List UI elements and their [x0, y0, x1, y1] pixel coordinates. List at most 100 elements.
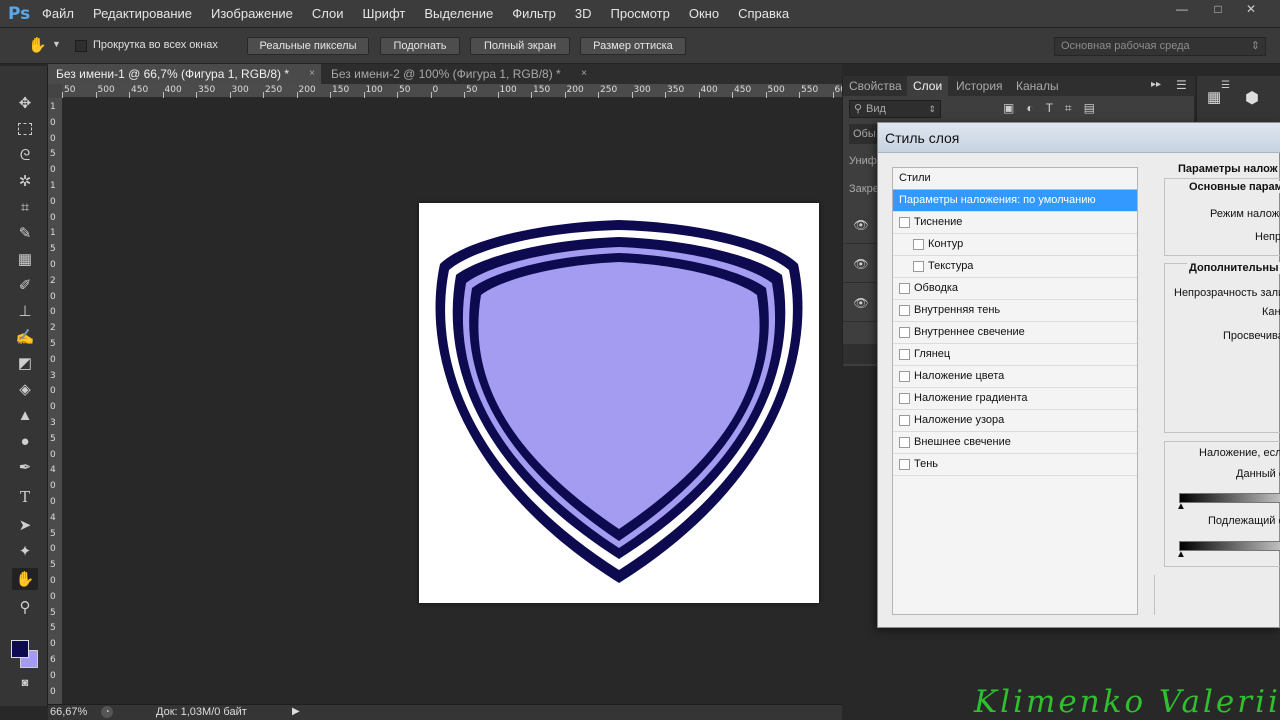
style-checkbox[interactable] [899, 283, 910, 294]
fill-screen-button[interactable]: Полный экран [470, 37, 570, 55]
tab-properties[interactable]: Свойства [843, 76, 908, 96]
type-tool-icon[interactable]: T [12, 486, 38, 508]
hand-icon[interactable]: ✋ [28, 36, 48, 56]
minimize-button[interactable]: — [1167, 2, 1197, 18]
style-item[interactable]: Контур [893, 234, 1137, 256]
zoom-tool-icon[interactable]: ⚲ [12, 596, 38, 618]
menu-window[interactable]: Окно [689, 6, 719, 21]
style-item[interactable]: Тиснение [893, 212, 1137, 234]
style-item[interactable]: Внутреннее свечение [893, 322, 1137, 344]
slider-handle-icon[interactable]: ▲ [1176, 501, 1186, 512]
style-checkbox[interactable] [899, 217, 910, 228]
style-item[interactable]: Параметры наложения: по умолчанию [893, 190, 1137, 212]
style-item[interactable]: Внешнее свечение [893, 432, 1137, 454]
style-checkbox[interactable] [913, 261, 924, 272]
style-item[interactable]: Наложение цвета [893, 366, 1137, 388]
magic-wand-tool-icon[interactable]: ✲ [12, 170, 38, 192]
style-checkbox[interactable] [899, 327, 910, 338]
foreground-color-swatch[interactable] [11, 640, 29, 658]
brush-tool-icon[interactable]: ✐ [12, 274, 38, 296]
3d-cube-icon[interactable]: ⬢ [1245, 88, 1259, 108]
style-item[interactable]: Глянец [893, 344, 1137, 366]
style-item[interactable]: Наложение градиента [893, 388, 1137, 410]
menu-view[interactable]: Просмотр [611, 6, 670, 21]
style-checkbox[interactable] [899, 415, 910, 426]
status-info-icon[interactable]: ◔ [101, 706, 113, 718]
crop-tool-icon[interactable]: ⌗ [12, 196, 38, 218]
blur-tool-icon[interactable]: ▲ [12, 404, 38, 426]
history-brush-tool-icon[interactable]: ✍ [12, 326, 38, 348]
menu-file[interactable]: Файл [42, 6, 74, 21]
dodge-tool-icon[interactable]: ● [12, 430, 38, 452]
dialog-title[interactable]: Стиль слоя [878, 123, 1280, 153]
style-item[interactable]: Обводка [893, 278, 1137, 300]
lasso-tool-icon[interactable]: ᘓ [12, 144, 38, 166]
style-item[interactable]: Наложение узора [893, 410, 1137, 432]
move-tool-icon[interactable]: ✥ [12, 92, 38, 114]
style-checkbox[interactable] [899, 393, 910, 404]
panel-menu-icon[interactable]: ☰ [1176, 78, 1187, 92]
this-layer-gradient-slider[interactable] [1179, 493, 1280, 503]
layer-visibility-eye-icon[interactable]: 👁 [843, 206, 879, 244]
close-window-button[interactable]: ✕ [1236, 2, 1266, 18]
close-tab-icon[interactable]: × [581, 64, 587, 84]
tab-history[interactable]: История [950, 76, 1009, 96]
menu-type[interactable]: Шрифт [363, 6, 406, 21]
quick-mask-icon[interactable]: ◙ [12, 672, 38, 694]
actual-pixels-button[interactable]: Реальные пикселы [247, 37, 369, 55]
eraser-tool-icon[interactable]: ◩ [12, 352, 38, 374]
pen-tool-icon[interactable]: ✒ [12, 456, 38, 478]
menu-help[interactable]: Справка [738, 6, 789, 21]
scroll-all-checkbox[interactable] [75, 40, 87, 52]
status-menu-arrow-icon[interactable]: ▶ [292, 706, 300, 717]
blend-mode-select[interactable]: Обы [849, 124, 879, 144]
ruler-origin[interactable] [48, 84, 62, 98]
style-checkbox[interactable] [899, 349, 910, 360]
layer-visibility-eye-icon[interactable]: 👁 [843, 245, 879, 283]
underlying-gradient-slider[interactable] [1179, 541, 1280, 551]
menu-image[interactable]: Изображение [211, 6, 293, 21]
eyedropper-tool-icon[interactable]: ✎ [12, 222, 38, 244]
vertical-ruler[interactable]: 1 0 0 5 0 1 0 0 1 5 0 2 0 0 2 5 0 3 0 0 3 5 0 4 0 0 4 5 0 5 0 0 5 5 0 6 0 0 [48, 98, 62, 704]
hand-tool-icon[interactable]: ✋ [12, 568, 38, 590]
styles-header[interactable]: Стили [893, 168, 1137, 190]
style-checkbox[interactable] [899, 437, 910, 448]
menu-filter[interactable]: Фильтр [512, 6, 556, 21]
style-item[interactable]: Тень [893, 454, 1137, 476]
tool-preset-chevron-icon[interactable]: ▼ [52, 39, 61, 49]
stamp-tool-icon[interactable]: ⊥ [12, 300, 38, 322]
style-checkbox[interactable] [913, 239, 924, 250]
dock-menu-icon[interactable]: ☰ [1221, 80, 1230, 91]
menu-edit[interactable]: Редактирование [93, 6, 192, 21]
slider-handle-icon[interactable]: ▲ [1176, 549, 1186, 560]
adjustments-icon[interactable]: ▦ [1207, 88, 1221, 106]
healing-tool-icon[interactable]: ▦ [12, 248, 38, 270]
layer-visibility-eye-icon[interactable]: 👁 [843, 284, 879, 322]
tab-document-1[interactable]: Без имени-1 @ 66,7% (Фигура 1, RGB/8) * … [48, 64, 321, 84]
collapse-panels-icon[interactable]: ▸▸ [1151, 79, 1161, 90]
print-size-button[interactable]: Размер оттиска [580, 37, 686, 55]
path-selection-tool-icon[interactable]: ➤ [12, 514, 38, 536]
zoom-level[interactable]: 66,67% [50, 706, 87, 718]
marquee-tool-icon[interactable] [12, 118, 38, 140]
tab-layers[interactable]: Слои [907, 76, 949, 96]
bucket-tool-icon[interactable]: ◈ [12, 378, 38, 400]
style-checkbox[interactable] [899, 459, 910, 470]
layer-filter-select[interactable]: ⚲ Вид ⇕ [849, 100, 941, 118]
shape-tool-icon[interactable]: ✦ [12, 540, 38, 562]
menu-select[interactable]: Выделение [424, 6, 493, 21]
fit-screen-button[interactable]: Подогнать [380, 37, 460, 55]
menu-layer[interactable]: Слои [312, 6, 344, 21]
tab-document-2[interactable]: Без имени-2 @ 100% (Фигура 1, RGB/8) * × [323, 64, 593, 84]
close-tab-icon[interactable]: × [309, 64, 315, 84]
horizontal-ruler[interactable]: 50 500 450 400 350 300 250 200 150 100 50 0 50 100 150… [62, 84, 852, 98]
style-checkbox[interactable] [899, 371, 910, 382]
style-checkbox[interactable] [899, 305, 910, 316]
maximize-button[interactable]: □ [1203, 2, 1233, 18]
workspace-select[interactable]: Основная рабочая среда ⇕ [1054, 37, 1266, 56]
document-canvas[interactable] [419, 203, 819, 603]
style-item[interactable]: Текстура [893, 256, 1137, 278]
menu-3d[interactable]: 3D [575, 6, 592, 21]
style-item[interactable]: Внутренняя тень [893, 300, 1137, 322]
layer-filter-icons[interactable]: ▣◐T⌗▤ [1003, 101, 1107, 116]
